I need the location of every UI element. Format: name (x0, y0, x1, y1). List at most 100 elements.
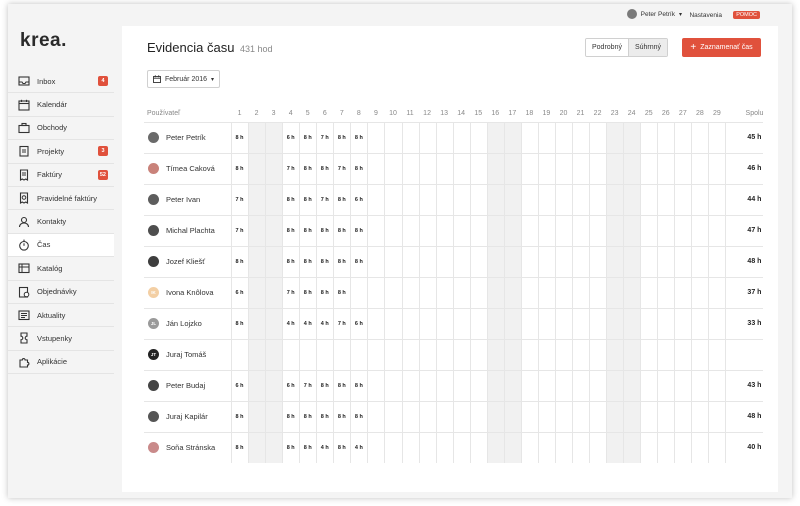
view-detailed-button[interactable]: Podrobný (586, 39, 628, 56)
hours-cell[interactable]: 8 h (282, 401, 299, 432)
hours-cell[interactable]: 7 h (316, 184, 333, 215)
hours-cell[interactable]: 7 h (316, 122, 333, 153)
sidebar-item-obchody[interactable]: Obchody (8, 117, 114, 141)
view-summary-button[interactable]: Súhrnný (627, 39, 668, 56)
hours-cell[interactable]: 8 h (231, 246, 248, 277)
hours-cell[interactable]: 8 h (333, 246, 350, 277)
calendar-icon (153, 75, 161, 83)
hours-cell[interactable]: 8 h (350, 153, 367, 184)
sidebar-item-kalendár[interactable]: Kalendár (8, 93, 114, 117)
hours-cell[interactable]: 8 h (333, 432, 350, 463)
hours-cell[interactable]: 4 h (316, 432, 333, 463)
hours-cell[interactable]: 8 h (350, 370, 367, 401)
sidebar-item-faktúry[interactable]: Faktúry 52 (8, 164, 114, 187)
hours-cell[interactable]: 8 h (282, 184, 299, 215)
hours-cell[interactable]: 8 h (299, 153, 316, 184)
hours-cell[interactable]: 8 h (282, 432, 299, 463)
hours-cell[interactable]: 8 h (299, 122, 316, 153)
add-time-button[interactable]: + Zaznamenať čas (682, 38, 761, 57)
orders-icon (18, 286, 30, 298)
hours-cell[interactable]: 8 h (299, 401, 316, 432)
hours-cell[interactable]: 8 h (350, 246, 367, 277)
catalog-icon (18, 262, 30, 274)
user-name: Peter Petrík (640, 10, 675, 18)
hours-cell[interactable]: 7 h (231, 215, 248, 246)
hours-cell[interactable]: 8 h (350, 401, 367, 432)
hours-cell[interactable]: 8 h (299, 184, 316, 215)
day-header: 19 (542, 109, 551, 117)
chevron-down-icon: ▾ (678, 11, 682, 18)
hours-cell[interactable]: 8 h (299, 277, 316, 308)
sidebar-item-aktuality[interactable]: Aktuality (8, 304, 114, 328)
day-header: 28 (695, 109, 704, 117)
table-row[interactable] (144, 339, 764, 370)
hours-cell[interactable]: 6 h (231, 370, 248, 401)
hours-cell[interactable]: 8 h (350, 122, 367, 153)
hours-cell[interactable]: 8 h (231, 153, 248, 184)
hours-cell[interactable]: 6 h (231, 277, 248, 308)
puzzle-icon (18, 356, 30, 368)
row-total: 37 h (747, 289, 762, 296)
sidebar-item-objednávky[interactable]: Objednávky (8, 281, 114, 304)
hours-cell[interactable]: 8 h (333, 122, 350, 153)
sidebar-item-aplikácie[interactable]: Aplikácie (8, 351, 114, 375)
hours-cell[interactable]: 8 h (299, 215, 316, 246)
sidebar-item-katalóg[interactable]: Katalóg (8, 257, 114, 281)
hours-cell[interactable]: 4 h (299, 308, 316, 339)
hours-cell[interactable]: 7 h (231, 184, 248, 215)
hours-cell[interactable]: 8 h (333, 277, 350, 308)
hours-cell[interactable]: 8 h (299, 246, 316, 277)
hours-cell[interactable]: 8 h (282, 215, 299, 246)
sidebar-item-projekty[interactable]: Projekty 3 (8, 140, 114, 164)
user-menu[interactable]: Peter Petrík ▾ (626, 9, 682, 19)
hours-cell[interactable]: 6 h (282, 370, 299, 401)
hours-cell[interactable]: 8 h (333, 370, 350, 401)
avatar (148, 132, 159, 143)
hours-cell[interactable]: 8 h (316, 153, 333, 184)
hours-cell[interactable]: 8 h (231, 401, 248, 432)
sidebar-item-pravidelné-faktúry[interactable]: Pravidelné faktúry (8, 187, 114, 211)
hours-cell[interactable]: 8 h (350, 215, 367, 246)
hours-cell[interactable]: 8 h (282, 246, 299, 277)
sidebar-item-vstupenky[interactable]: Vstupenky (8, 327, 114, 351)
hours-cell[interactable]: 7 h (333, 308, 350, 339)
row-total: 48 h (747, 413, 762, 420)
hours-cell[interactable]: 6 h (350, 308, 367, 339)
sidebar-item-čas[interactable]: Čas (8, 233, 114, 258)
view-toggle: Podrobný Súhrnný (585, 38, 669, 57)
hours-cell[interactable]: 4 h (316, 308, 333, 339)
day-header: 18 (525, 109, 534, 117)
sidebar-item-kontakty[interactable]: Kontakty (8, 210, 114, 234)
hours-cell[interactable]: 8 h (316, 277, 333, 308)
hours-cell[interactable]: 8 h (299, 432, 316, 463)
sidebar-item-inbox[interactable]: Inbox 4 (8, 70, 114, 94)
hours-cell[interactable]: 6 h (350, 184, 367, 215)
hours-cell[interactable]: 7 h (282, 153, 299, 184)
avatar (148, 225, 159, 236)
hours-cell[interactable]: 8 h (333, 184, 350, 215)
help-button[interactable]: POMOC (733, 11, 760, 19)
count-badge: 52 (97, 169, 108, 180)
hours-cell[interactable]: 4 h (282, 308, 299, 339)
hours-cell[interactable]: 8 h (333, 215, 350, 246)
settings-link[interactable]: Nastavenia (689, 12, 722, 19)
row-total: 44 h (747, 196, 762, 203)
user-cell: Peter Budaj (144, 370, 205, 401)
hours-cell[interactable]: 8 h (333, 401, 350, 432)
hours-cell[interactable]: 8 h (231, 432, 248, 463)
recurring-invoice-icon (18, 192, 30, 205)
month-select[interactable]: Február 2016 ▾ (147, 70, 221, 88)
hours-cell[interactable]: 4 h (350, 432, 367, 463)
krea-logo[interactable]: krea. (20, 30, 67, 52)
hours-cell[interactable]: 7 h (282, 277, 299, 308)
hours-cell[interactable]: 7 h (299, 370, 316, 401)
hours-cell[interactable]: 8 h (316, 215, 333, 246)
hours-cell[interactable]: 8 h (316, 370, 333, 401)
hours-cell[interactable]: 8 h (231, 122, 248, 153)
hours-cell[interactable]: 7 h (333, 153, 350, 184)
hours-cell[interactable]: 8 h (316, 246, 333, 277)
hours-cell[interactable]: 8 h (231, 308, 248, 339)
hours-cell[interactable]: 6 h (282, 122, 299, 153)
day-header: 21 (576, 109, 585, 117)
hours-cell[interactable]: 8 h (316, 401, 333, 432)
